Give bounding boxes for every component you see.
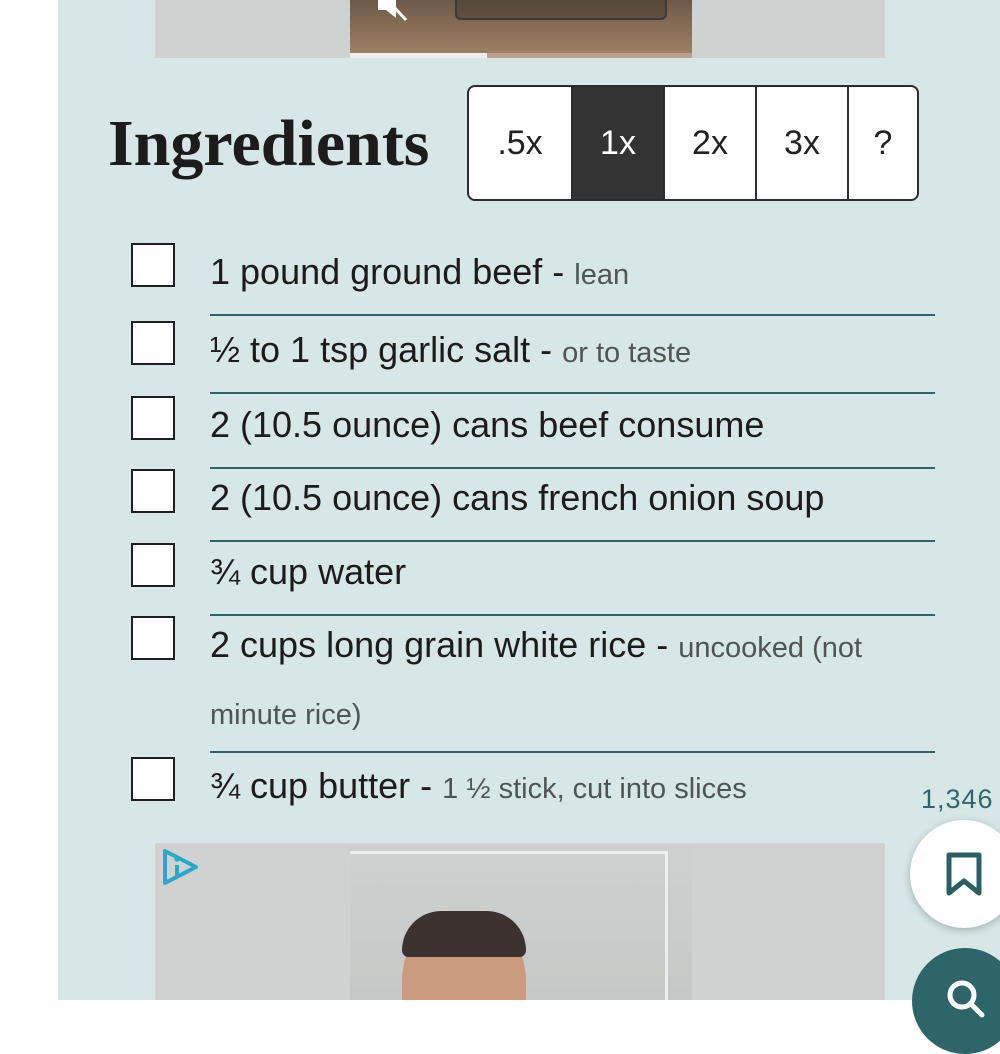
- ingredient-text: 2 (10.5 ounce) cans beef consume: [210, 393, 935, 457]
- ingredient-note: lean: [574, 259, 630, 291]
- ingredient-divider: [210, 751, 935, 753]
- ingredient-text: ¾ cup water: [210, 540, 935, 604]
- ingredient-text: ¾ cup butter - 1 ½ stick, cut into slice…: [210, 765, 747, 806]
- ingredient-text: 1 pound ground beef - lean: [210, 251, 630, 292]
- ad-choice-icon[interactable]: [160, 848, 200, 886]
- ingredient-checkbox[interactable]: [131, 616, 175, 660]
- ingredient-amount-name: ¾ cup butter: [210, 765, 411, 806]
- ingredient-amount-name: 2 (10.5 ounce) cans beef consume: [210, 404, 765, 445]
- video-player-bottom[interactable]: [350, 843, 692, 1000]
- ingredient-checkbox[interactable]: [131, 757, 175, 801]
- ingredient-amount-name: 2 cups long grain white rice: [210, 624, 647, 665]
- ingredient-note: 1 ½ stick, cut into slices: [442, 773, 747, 805]
- search-icon: [947, 980, 985, 1018]
- ingredient-note: or to taste: [562, 337, 692, 369]
- bookmark-icon: [946, 852, 982, 896]
- ingredient-amount-name: 2 (10.5 ounce) cans french onion soup: [210, 477, 825, 518]
- ingredient-checkbox[interactable]: [131, 543, 175, 587]
- ingredient-checkbox[interactable]: [131, 321, 175, 365]
- ingredient-divider: [210, 314, 935, 316]
- ingredient-checkbox[interactable]: [131, 396, 175, 440]
- ingredient-amount-name: 1 pound ground beef: [210, 251, 543, 292]
- ingredient-checkbox[interactable]: [131, 469, 175, 513]
- video-presenter-hair: [402, 911, 526, 957]
- ingredient-text: ½ to 1 tsp garlic salt - or to taste: [210, 329, 692, 370]
- ingredient-text: 2 (10.5 ounce) cans french onion soup: [210, 466, 935, 530]
- save-count: 1,346: [921, 784, 994, 814]
- ingredient-amount-name: ¾ cup water: [210, 551, 407, 592]
- ingredient-text: 2 cups long grain white rice - uncooked …: [210, 624, 863, 731]
- ingredient-amount-name: ½ to 1 tsp garlic salt: [210, 329, 531, 370]
- ingredient-checkbox[interactable]: [131, 243, 175, 287]
